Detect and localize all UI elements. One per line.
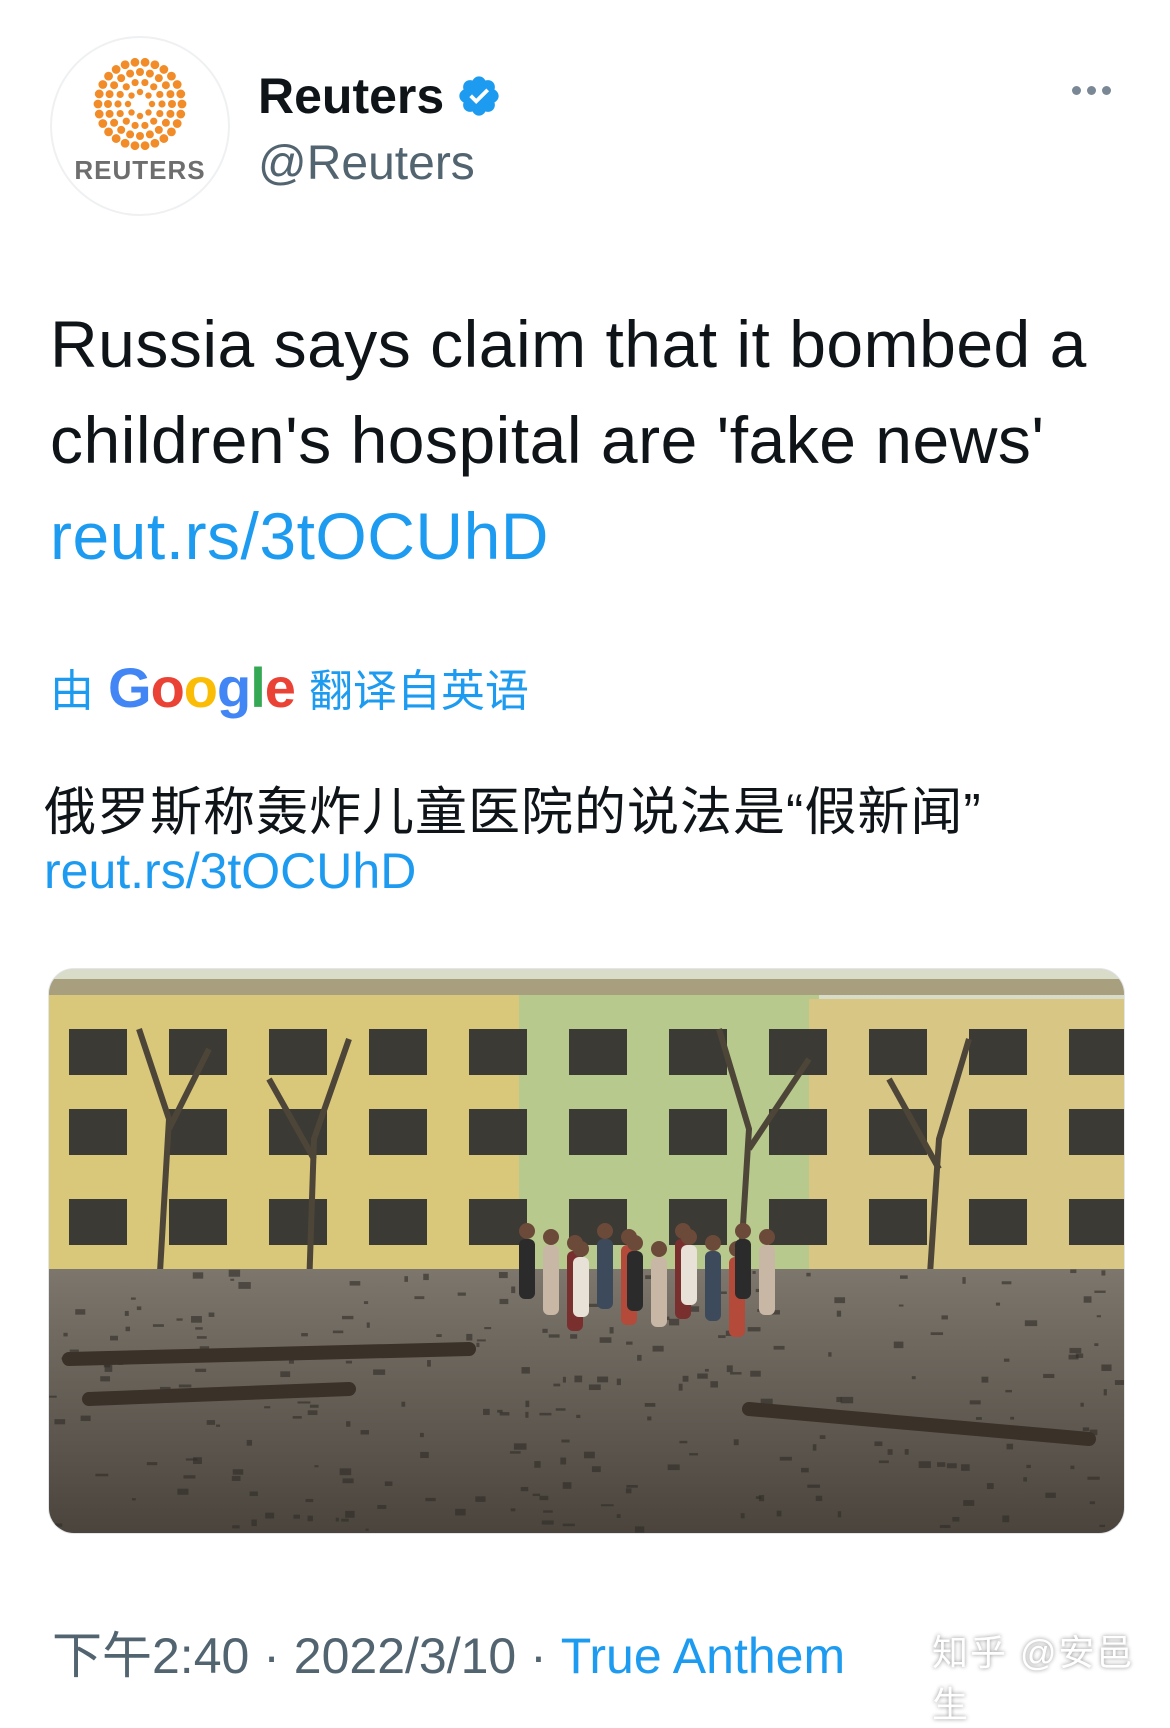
tweet-time[interactable]: 下午2:40 <box>52 1628 249 1684</box>
photo-icon <box>49 969 1124 1533</box>
meta-separator-2: · <box>530 1628 547 1684</box>
tweet-meta: 下午2:40 · 2022/3/10 · True Anthem <box>52 1616 845 1688</box>
ellipsis-icon <box>1072 82 1117 99</box>
translated-by-suffix: 翻译自英语 <box>308 667 529 716</box>
logo-wordmark: REUTERS <box>74 155 206 185</box>
display-name[interactable]: Reuters <box>258 67 444 125</box>
tweet-date[interactable]: 2022/3/10 <box>294 1628 516 1684</box>
translated-by-google[interactable]: 由 Google 翻译自英语 <box>50 652 529 722</box>
google-logo: Google <box>108 655 296 719</box>
verified-badge-icon <box>459 76 499 116</box>
watermark: 知乎 @安邑生 <box>932 1632 1135 1725</box>
translated-by-prefix: 由 <box>50 667 94 716</box>
translated-link[interactable]: reut.rs/3tOCUhD <box>44 842 416 900</box>
avatar[interactable]: REUTERS <box>50 36 230 216</box>
reuters-logo-icon <box>93 57 187 151</box>
translated-text: 俄罗斯称轰炸儿童医院的说法是“假新闻” <box>44 784 982 842</box>
meta-separator-1: · <box>263 1628 280 1684</box>
tweet-body: Russia says claim that it bombed a child… <box>50 307 1087 477</box>
tweet-link[interactable]: reut.rs/3tOCUhD <box>50 499 549 573</box>
tweet-photo[interactable] <box>48 968 1125 1534</box>
handle[interactable]: @Reuters <box>258 136 475 191</box>
tweet-text: Russia says claim that it bombed a child… <box>50 296 1130 584</box>
more-options-button[interactable] <box>1072 82 1120 110</box>
author-name-row: Reuters <box>258 64 502 128</box>
tweet-source[interactable]: True Anthem <box>561 1628 845 1684</box>
